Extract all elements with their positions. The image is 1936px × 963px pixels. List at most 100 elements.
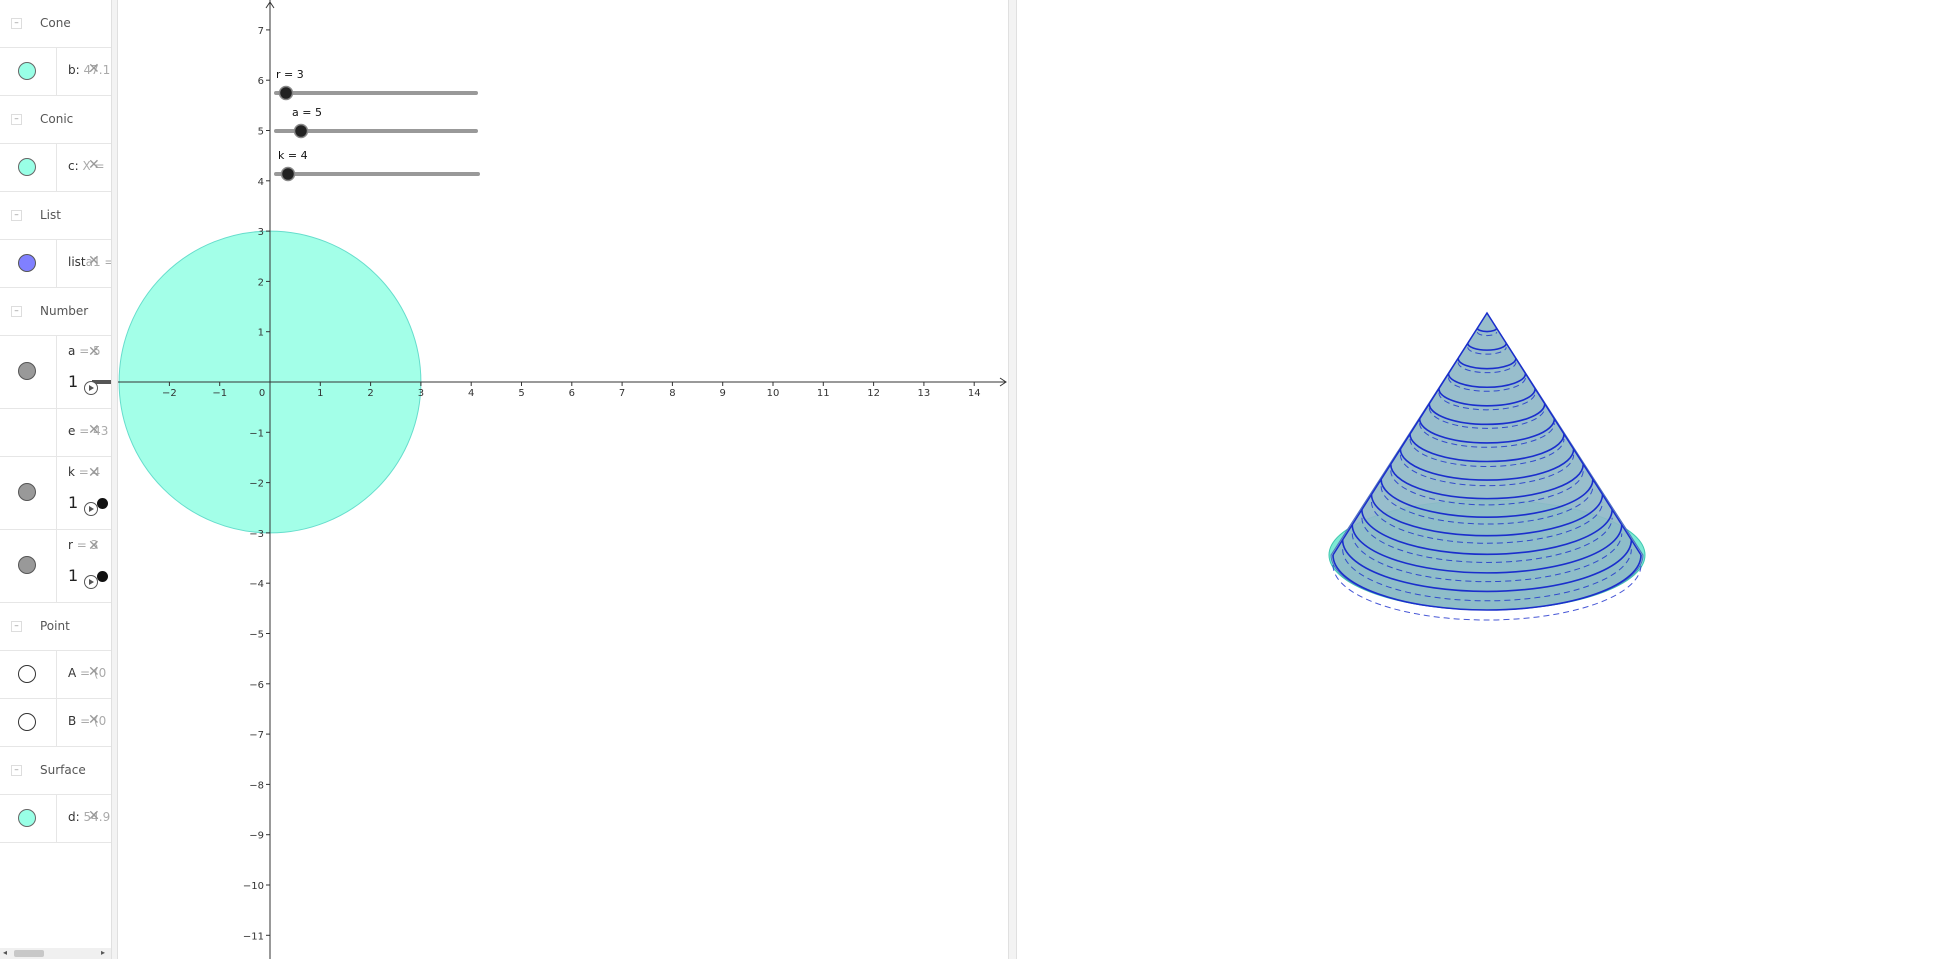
play-icon[interactable]	[84, 575, 98, 589]
play-icon[interactable]	[84, 381, 98, 395]
algebra-item-list[interactable]: lista1 = ✕	[0, 240, 111, 288]
algebra-item-c[interactable]: c: X = ✕	[0, 144, 111, 192]
visibility-toggle-icon[interactable]	[18, 62, 36, 80]
visibility-toggle-icon[interactable]	[18, 809, 36, 827]
slider-min-value: 1	[68, 493, 79, 512]
x-tick-label: 3	[418, 388, 424, 399]
y-tick-label: −6	[249, 680, 264, 691]
group-header-list[interactable]: – List	[0, 192, 111, 240]
x-tick-label: 5	[518, 388, 524, 399]
y-tick-label: −8	[249, 780, 264, 791]
visibility-toggle-icon[interactable]	[18, 158, 36, 176]
mini-slider-knob[interactable]	[97, 498, 108, 509]
y-tick-label: −2	[249, 479, 264, 490]
x-tick-label: 2	[367, 388, 373, 399]
delete-icon[interactable]: ✕	[88, 712, 100, 728]
y-tick-label: 1	[258, 328, 264, 339]
x-tick-label: −2	[162, 388, 177, 399]
view-divider[interactable]	[1008, 0, 1017, 959]
x-tick-label: 8	[669, 388, 675, 399]
slider-knob[interactable]	[278, 85, 294, 101]
delete-icon[interactable]: ✕	[88, 538, 100, 554]
group-header-number[interactable]: – Number	[0, 288, 111, 336]
y-tick-label: 7	[258, 26, 264, 37]
y-tick-label: 2	[258, 277, 264, 288]
visibility-toggle-icon[interactable]	[18, 362, 36, 380]
scroll-thumb[interactable]	[14, 950, 44, 957]
delete-icon[interactable]: ✕	[88, 253, 100, 269]
slider-label: k = 4	[278, 149, 308, 162]
scroll-right-icon[interactable]: ▸	[101, 948, 105, 957]
algebra-item-e[interactable]: e = 43 ✕	[0, 409, 111, 457]
y-tick-label: −10	[243, 881, 264, 892]
collapse-icon[interactable]: –	[11, 114, 22, 125]
graphics-view[interactable]: −2 −1 0 1 2 3 4 5 6 7 8 9 10 11 12 13 14 7 6 5 4 3 2 1 −1 −2 −3 −4−…	[118, 0, 1008, 959]
delete-icon[interactable]: ✕	[88, 61, 100, 77]
y-tick-label: −4	[249, 579, 264, 590]
item-name: list	[68, 255, 86, 269]
slider-min-value: 1	[68, 566, 79, 585]
algebra-item-A[interactable]: A = (0 ✕	[0, 651, 111, 699]
algebra-item-d[interactable]: d: 54.9 ✕	[0, 795, 111, 843]
group-header-surface[interactable]: – Surface	[0, 747, 111, 795]
x-tick-label: 14	[968, 388, 981, 399]
x-tick-label: 6	[569, 388, 575, 399]
x-tick-label: 9	[720, 388, 726, 399]
group-header-cone[interactable]: – Cone	[0, 0, 111, 48]
delete-icon[interactable]: ✕	[88, 465, 100, 481]
y-tick-label: 5	[258, 127, 264, 138]
visibility-toggle-icon[interactable]	[18, 665, 36, 683]
visibility-toggle-icon[interactable]	[18, 483, 36, 501]
x-tick-label: 10	[767, 388, 780, 399]
delete-icon[interactable]: ✕	[88, 157, 100, 173]
delete-icon[interactable]: ✕	[88, 422, 100, 438]
algebra-item-B[interactable]: B = (0 ✕	[0, 699, 111, 747]
delete-icon[interactable]: ✕	[88, 808, 100, 824]
view-divider[interactable]	[111, 0, 118, 959]
graphics-3d-canvas[interactable]	[1017, 0, 1936, 959]
slider-knob[interactable]	[280, 166, 296, 182]
delete-icon[interactable]: ✕	[88, 344, 100, 360]
group-header-point[interactable]: – Point	[0, 603, 111, 651]
visibility-toggle-icon[interactable]	[18, 713, 36, 731]
visibility-toggle-icon[interactable]	[18, 556, 36, 574]
x-tick-label: 0	[259, 388, 265, 399]
group-label: List	[40, 208, 61, 222]
algebra-item-r[interactable]: r = 3 ✕ 1	[0, 530, 111, 603]
algebra-item-k[interactable]: k = 4 ✕ 1	[0, 457, 111, 530]
collapse-icon[interactable]: –	[11, 18, 22, 29]
item-name: d:	[68, 810, 80, 824]
group-header-conic[interactable]: – Conic	[0, 96, 111, 144]
collapse-icon[interactable]: –	[11, 621, 22, 632]
item-name: A	[68, 666, 77, 680]
visibility-toggle-icon[interactable]	[18, 254, 36, 272]
item-name: b:	[68, 63, 80, 77]
graphics-canvas[interactable]: −2 −1 0 1 2 3 4 5 6 7 8 9 10 11 12 13 147654321−1−2−3−4−…	[118, 0, 1008, 959]
x-tick-label: 11	[817, 388, 830, 399]
group-label: Number	[40, 304, 89, 318]
collapse-icon[interactable]: –	[11, 765, 22, 776]
item-name: a	[68, 344, 76, 358]
y-tick-label: −1	[249, 428, 264, 439]
graphics-3d-view[interactable]	[1017, 0, 1936, 959]
slider-knob[interactable]	[293, 123, 309, 139]
y-tick-label: 4	[258, 177, 264, 188]
collapse-icon[interactable]: –	[11, 210, 22, 221]
item-name: k	[68, 465, 75, 479]
horizontal-scrollbar[interactable]: ◂ ▸	[0, 948, 111, 959]
y-tick-label: 6	[258, 76, 264, 87]
slider-label: r = 3	[276, 68, 304, 81]
item-name: e	[68, 424, 76, 438]
scroll-left-icon[interactable]: ◂	[3, 948, 7, 957]
y-tick-label: 3	[258, 227, 264, 238]
collapse-icon[interactable]: –	[11, 306, 22, 317]
group-label: Cone	[40, 16, 71, 30]
algebra-item-b[interactable]: b: 47.1: ✕	[0, 48, 111, 96]
algebra-item-a[interactable]: a = 5 ✕ 1	[0, 336, 111, 409]
y-tick-label: −3	[249, 529, 264, 540]
delete-icon[interactable]: ✕	[88, 664, 100, 680]
play-icon[interactable]	[84, 502, 98, 516]
group-label: Conic	[40, 112, 74, 126]
slider-min-value: 1	[68, 372, 79, 391]
mini-slider-knob[interactable]	[97, 571, 108, 582]
